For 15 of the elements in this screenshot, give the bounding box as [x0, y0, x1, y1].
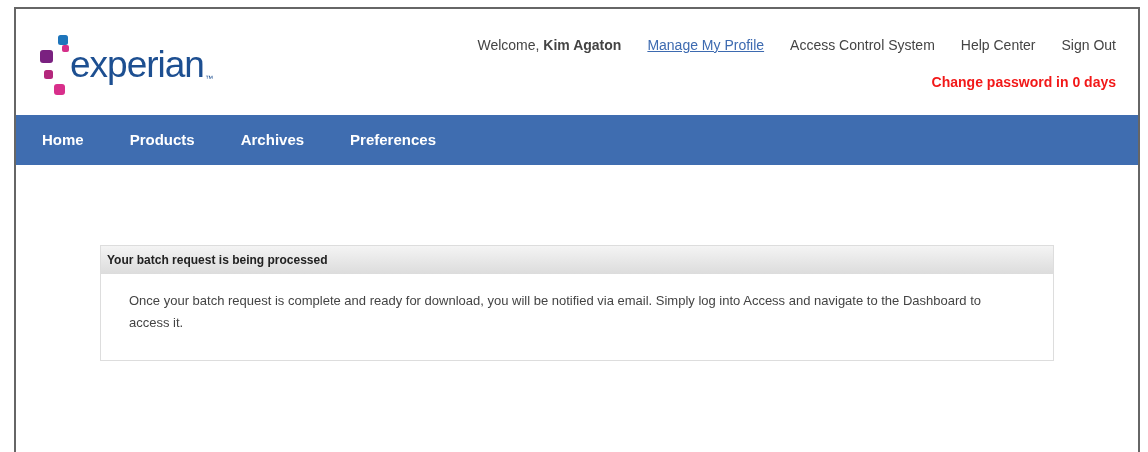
logo-wordmark: experian: [70, 46, 204, 83]
trademark-mark: ™: [204, 73, 213, 85]
welcome-text: Welcome, Kim Agaton: [477, 36, 622, 55]
header-link[interactable]: Access Control System: [790, 35, 935, 56]
header-link[interactable]: Help Center: [960, 35, 1036, 56]
nav-item[interactable]: Home: [42, 128, 84, 152]
nav-item[interactable]: Preferences: [350, 128, 436, 152]
profile-link[interactable]: Manage My Profile: [647, 35, 765, 56]
header-link[interactable]: Sign Out: [1061, 35, 1116, 56]
nav-item[interactable]: Products: [129, 128, 195, 152]
logo-dots-icon: [38, 35, 70, 97]
panel-message: Once your batch request is complete and ready for download, you will be notified via email. Simply log into Access and navigate to the Dashboard to access it.: [128, 292, 982, 332]
nav-item[interactable]: Archives: [240, 128, 305, 152]
panel-title: Your batch request is being processed: [107, 252, 328, 269]
password-notice: Change password in 0 days: [931, 73, 1116, 92]
